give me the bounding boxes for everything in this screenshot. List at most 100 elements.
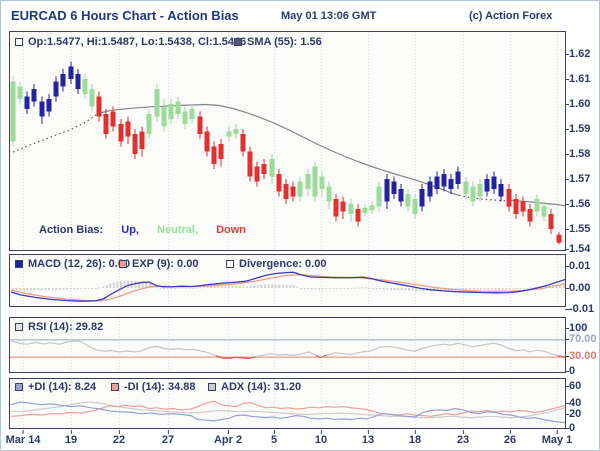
exp-legend: EXP (9): 0.00 xyxy=(119,258,198,270)
candle-body xyxy=(398,189,404,202)
candle-body xyxy=(146,114,152,134)
price-axis-label: 1.59 xyxy=(564,123,591,135)
candle-body xyxy=(139,131,145,149)
rsi-legend: RSI (14): 29.82 xyxy=(15,321,103,333)
candle-body xyxy=(391,181,397,194)
macd-axis-label: 0.00 xyxy=(564,282,591,294)
candle-body xyxy=(455,171,461,184)
candle-body xyxy=(427,181,433,197)
page-title: EURCAD 6 Hours Chart - Action Bias xyxy=(11,8,239,23)
main-chart-panel xyxy=(9,31,566,251)
action-bias-up: Up, xyxy=(121,224,139,236)
dmi-axis-label: 20 xyxy=(564,408,582,420)
minus-di-legend-label: -DI (14): 34.88 xyxy=(124,381,196,393)
vertical-gridlines xyxy=(23,318,558,372)
candle-body xyxy=(82,79,88,94)
candle-body xyxy=(204,131,210,152)
candle-body xyxy=(211,146,217,164)
action-bias-label: Action Bias: xyxy=(39,224,104,236)
price-axis-label: 1.60 xyxy=(564,98,591,110)
candle-body xyxy=(340,201,346,212)
candle-body xyxy=(233,129,239,134)
rsi-axis-label: 0 xyxy=(564,365,576,377)
action-bias-row: Action Bias: Up, Neutral, Down xyxy=(39,224,261,236)
rsi-legend-label: RSI (14): 29.82 xyxy=(28,321,104,333)
ohlc-legend: Op:1.5477, Hi:1.5487, Lo:1.5438, Cl:1.54… xyxy=(15,36,246,48)
candlesticks xyxy=(10,61,562,245)
date-axis-label: 5 xyxy=(270,430,278,446)
exp-legend-label: EXP (9): 0.00 xyxy=(132,258,199,270)
plus-di-legend-swatch xyxy=(15,383,23,391)
candle-body xyxy=(103,114,109,134)
price-axis-label: 1.61 xyxy=(564,73,591,85)
candle-body xyxy=(68,66,74,79)
candle-body xyxy=(75,74,81,89)
divergence-histogram xyxy=(12,280,565,291)
candle-body xyxy=(491,176,497,189)
candle-body xyxy=(297,181,303,197)
plus-di-line xyxy=(10,401,566,424)
candle-body xyxy=(118,124,124,142)
minus-di-legend: -DI (14): 34.88 xyxy=(111,381,196,393)
dmi-axis-label: 60 xyxy=(564,380,582,392)
candle-body xyxy=(326,186,332,202)
candle-body xyxy=(276,174,282,192)
sma-legend-swatch xyxy=(234,38,242,46)
candle-body xyxy=(448,179,454,189)
date-axis-label: 26 xyxy=(503,430,517,446)
candle-body xyxy=(175,101,181,114)
exp-legend-swatch xyxy=(119,260,127,268)
candle-body xyxy=(218,144,224,159)
vertical-gridlines xyxy=(23,32,558,250)
price-axis-label: 1.58 xyxy=(564,148,591,160)
candle-body xyxy=(154,89,160,117)
divergence-legend-label: Divergence: 0.00 xyxy=(239,258,327,270)
price-axis-label: 1.55 xyxy=(564,223,591,235)
candle-body xyxy=(362,207,368,213)
candle-body xyxy=(520,201,526,212)
candle-body xyxy=(412,199,418,214)
candle-body xyxy=(261,164,267,174)
candle-body xyxy=(355,209,361,222)
candle-body xyxy=(168,104,174,119)
candle-body xyxy=(441,174,447,187)
ohlc-legend-label: Op:1.5477, Hi:1.5487, Lo:1.5438, Cl:1.54… xyxy=(28,36,247,48)
exp9-line xyxy=(10,274,566,302)
candle-body xyxy=(46,99,52,112)
candle-body xyxy=(312,166,318,197)
adx-legend-swatch xyxy=(208,383,216,391)
candle-body xyxy=(10,81,16,142)
timestamp: May 01 13:06 GMT xyxy=(281,10,377,22)
candle-body xyxy=(534,199,540,212)
rsi-axis-label-overbought: 70.00 xyxy=(565,333,597,345)
date-axis-label: 18 xyxy=(408,430,422,446)
adx-legend-label: ADX (14): 31.20 xyxy=(221,381,302,393)
date-axis-label: 27 xyxy=(161,430,175,446)
minus-di-legend-swatch xyxy=(111,383,119,391)
date-axis-label: 19 xyxy=(64,430,78,446)
candle-body xyxy=(541,206,547,217)
macd-axis-label: -0.01 xyxy=(564,303,595,315)
candle-body xyxy=(89,89,95,107)
candle-body xyxy=(269,159,275,177)
macd-legend-label: MACD (12, 26): 0.00 xyxy=(28,258,131,270)
candle-body xyxy=(548,214,554,229)
candle-body xyxy=(484,179,490,192)
price-axis-label: 1.56 xyxy=(564,198,591,210)
candle-body xyxy=(477,184,483,197)
price-axis-label: 1.62 xyxy=(564,48,591,60)
candle-body xyxy=(17,86,23,99)
date-axis-label: Mar 14 xyxy=(5,430,41,446)
date-axis-label: Apr 2 xyxy=(213,430,243,446)
candle-body xyxy=(125,121,131,137)
candle-body xyxy=(376,186,382,207)
chart-page: EURCAD 6 Hours Chart - Action Bias May 0… xyxy=(0,0,600,451)
plus-di-legend: +DI (14): 8.24 xyxy=(15,381,96,393)
panel-border xyxy=(9,31,566,251)
sma-legend-label: SMA (55): 1.56 xyxy=(247,36,322,48)
candle-body xyxy=(498,184,504,197)
candle-body xyxy=(369,205,375,211)
candle-body xyxy=(419,189,425,207)
price-axis-label: 1.54 xyxy=(564,243,591,255)
date-axis-label: May 1 xyxy=(541,430,573,446)
